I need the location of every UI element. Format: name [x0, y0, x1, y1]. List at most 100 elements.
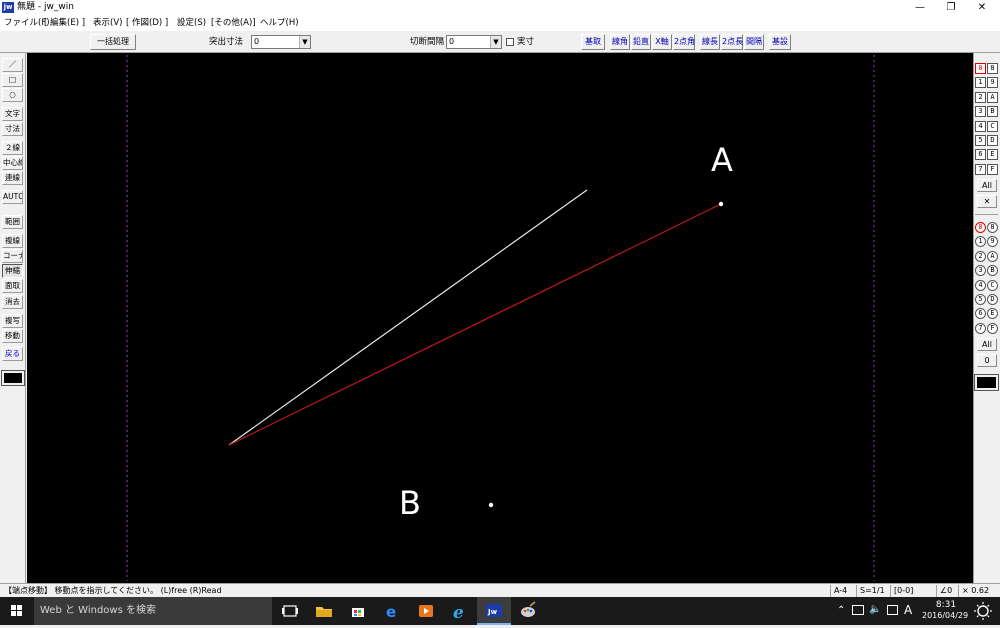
close-icon[interactable]: ✕ — [967, 0, 997, 15]
layer-9-button[interactable]: 9 — [987, 77, 998, 89]
group-4-button[interactable]: 4 — [975, 279, 986, 291]
taskbar-search-box[interactable]: Web と Windows を検索 — [34, 597, 272, 625]
ime-indicator[interactable]: A — [904, 603, 912, 617]
weather-sun-icon[interactable] — [970, 601, 996, 621]
layer-6-button[interactable]: 6 — [975, 149, 986, 161]
restore-icon[interactable]: ❐ — [936, 0, 966, 15]
line-length-button[interactable]: 線長 — [700, 34, 720, 50]
center-line-tool-button[interactable]: 中心線 — [2, 156, 23, 170]
layer-b-button[interactable]: B — [987, 106, 998, 118]
clock-time[interactable]: 8:31 — [928, 600, 964, 610]
group-0-button[interactable]: 0 — [975, 222, 986, 233]
group-2-button[interactable]: 2 — [975, 250, 986, 262]
interval-button[interactable]: 間隔 — [744, 34, 764, 50]
minimize-icon[interactable]: — — [905, 0, 935, 15]
group-all-button[interactable]: All — [977, 338, 997, 351]
layer-2-button[interactable]: 2 — [975, 91, 986, 103]
circle-tool-button[interactable]: ○ — [2, 88, 23, 102]
group-5-button[interactable]: 5 — [975, 294, 986, 305]
angle-display[interactable]: ∠0 — [936, 585, 958, 597]
protrusion-combo[interactable]: 0 ▼ — [251, 35, 311, 49]
layer-4-button[interactable]: 4 — [975, 120, 986, 132]
layer-f-button[interactable]: F — [987, 163, 998, 175]
file-explorer-icon[interactable] — [307, 597, 341, 625]
group-d-button[interactable]: D — [987, 294, 998, 305]
group-a-button[interactable]: A — [987, 250, 998, 262]
edge-icon[interactable]: e — [375, 597, 409, 625]
copy-tool-button[interactable]: 複写 — [2, 314, 23, 328]
drawing-canvas[interactable]: A B — [27, 53, 973, 583]
group-c-button[interactable]: C — [987, 279, 998, 291]
base-set-button[interactable]: 基設 — [769, 34, 791, 50]
tray-chevron-up-icon[interactable]: ⌃ — [837, 605, 845, 616]
group-zero-button[interactable]: 0 — [977, 354, 997, 367]
interval-combo[interactable]: 0 ▼ — [446, 35, 502, 49]
paper-size[interactable]: A-4 — [830, 585, 856, 597]
continuous-line-tool-button[interactable]: 連線 — [2, 171, 23, 185]
text-tool-button[interactable]: 文字 — [2, 107, 23, 121]
group-8-button[interactable]: 8 — [987, 222, 998, 233]
menu-settings[interactable]: 設定(S) — [177, 16, 206, 30]
layer-a-button[interactable]: A — [987, 91, 998, 103]
notification-icon[interactable] — [887, 605, 898, 615]
line-type-swatch[interactable] — [1, 370, 25, 386]
range-tool-button[interactable]: 範囲 — [2, 215, 23, 229]
jw-cad-icon[interactable]: Jw — [477, 597, 511, 625]
layer-8-button[interactable]: 8 — [987, 63, 998, 74]
layer-1-button[interactable]: 1 — [975, 77, 986, 89]
scale-display[interactable]: S=1/1 — [856, 585, 890, 597]
windows-start-icon[interactable] — [0, 597, 34, 625]
white-line[interactable] — [228, 189, 588, 446]
line-angle-button[interactable]: 線角 — [610, 34, 630, 50]
chevron-down-icon[interactable]: ▼ — [490, 36, 501, 48]
base-take-button[interactable]: 基取 — [581, 34, 605, 50]
menu-other[interactable]: [その他(A)] — [211, 16, 256, 30]
move-tool-button[interactable]: 移動 — [2, 329, 23, 343]
store-icon[interactable] — [341, 597, 375, 625]
two-point-length-button[interactable]: 2点長 — [721, 34, 743, 50]
line-tool-button[interactable]: ／ — [2, 58, 23, 72]
layer-3-button[interactable]: 3 — [975, 106, 986, 118]
ie-icon[interactable]: e — [443, 597, 477, 625]
rectangle-tool-button[interactable]: □ — [2, 73, 23, 87]
layer-d-button[interactable]: D — [987, 135, 998, 146]
layer-cross-button[interactable]: ✕ — [977, 195, 997, 208]
layer-e-button[interactable]: E — [987, 149, 998, 161]
vertical-button[interactable]: 鉛直 — [631, 34, 651, 50]
media-player-icon[interactable] — [409, 597, 443, 625]
chevron-down-icon[interactable]: ▼ — [299, 36, 310, 48]
dimension-tool-button[interactable]: 寸法 — [2, 122, 23, 136]
double-line-tool-button[interactable]: ２線 — [2, 141, 23, 155]
corner-tool-button[interactable]: コーナー — [2, 249, 23, 263]
erase-tool-button[interactable]: 消去 — [2, 295, 23, 309]
chamfer-tool-button[interactable]: 面取 — [2, 279, 23, 293]
task-view-icon[interactable] — [273, 597, 307, 625]
layer-7-button[interactable]: 7 — [975, 163, 986, 175]
layer-c-button[interactable]: C — [987, 120, 998, 132]
x-axis-button[interactable]: X軸 — [652, 34, 672, 50]
paint-icon[interactable] — [511, 597, 545, 625]
layer-0-button[interactable]: 0 — [975, 63, 986, 74]
clock-date[interactable]: 2016/04/29 — [922, 611, 968, 620]
zoom-display[interactable]: × 0.62 — [958, 585, 1000, 597]
parallel-line-tool-button[interactable]: 複線 — [2, 234, 23, 248]
drawing-svg[interactable] — [27, 53, 973, 583]
menu-edit[interactable]: [ 編集(E) ] — [44, 16, 85, 30]
group-7-button[interactable]: 7 — [975, 322, 986, 334]
layer-5-button[interactable]: 5 — [975, 135, 986, 146]
batch-process-button[interactable]: 一括処理 — [90, 34, 136, 50]
layer-display[interactable]: [0-0] — [890, 585, 936, 597]
two-point-angle-button[interactable]: 2点角 — [673, 34, 695, 50]
actual-size-checkbox[interactable] — [506, 38, 514, 46]
group-f-button[interactable]: F — [987, 322, 998, 334]
menu-view[interactable]: 表示(V) — [93, 16, 122, 30]
stretch-tool-button[interactable]: 伸縮 — [2, 264, 23, 278]
network-icon[interactable] — [852, 605, 864, 615]
undo-tool-button[interactable]: 戻る — [2, 347, 23, 361]
menu-help[interactable]: ヘルプ(H) — [260, 16, 299, 30]
volume-icon[interactable]: 🔈 — [869, 604, 881, 615]
menu-draw[interactable]: [ 作図(D) ] — [126, 16, 168, 30]
layer-all-button[interactable]: All — [977, 179, 997, 192]
point-a[interactable] — [718, 201, 724, 207]
point-b[interactable] — [488, 502, 494, 508]
